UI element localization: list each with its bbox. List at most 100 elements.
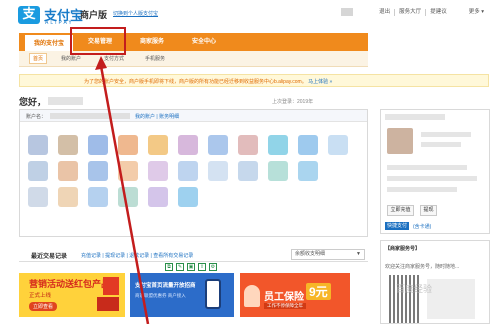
app-icon[interactable] (298, 135, 318, 155)
switch-personal-link[interactable]: 切换到个人版支付宝 (113, 10, 158, 17)
account-label: 账户名： (26, 114, 47, 120)
user-name-blurred (341, 8, 354, 16)
logout-link[interactable]: 退出 (375, 9, 394, 16)
account-links[interactable]: 我的账户 | 账务明细 (135, 113, 179, 120)
transactions-filter-select[interactable]: 余额收支明细 ▼ (291, 249, 365, 260)
copy-icon[interactable]: ⧉ (165, 263, 173, 271)
app-icon[interactable] (58, 161, 78, 181)
app-icon[interactable] (178, 187, 198, 207)
gift-icon (103, 277, 119, 295)
tab-merchant-service[interactable]: 商家服务 (127, 33, 177, 51)
account-header: 账户名： 我的账户 | 账务明细 (20, 110, 367, 122)
balance-blurred (387, 176, 477, 181)
app-icon[interactable] (148, 187, 168, 207)
banner1-button[interactable]: 立即查看 (29, 302, 58, 311)
banner-traffic[interactable]: 支付宝首页流量开放招商 商家联盟优惠券 商户接入 (130, 273, 234, 317)
app-icon[interactable] (28, 161, 48, 181)
notice-text: 为了您的账户安全，商户版手机即将下线，商户版的所有功能已经迁移到收益服务中心b.… (84, 78, 332, 85)
settings-icon[interactable]: ⚙ (209, 263, 217, 271)
subnav-my-account[interactable]: 我的账户 (61, 55, 81, 62)
banner3-title: 员工保险 (264, 292, 304, 303)
qr-desc: 欢迎关注商家服务号，随时随地... (385, 264, 460, 270)
greeting: 您好， (19, 97, 47, 107)
edit-icon[interactable]: ✎ (176, 263, 184, 271)
top-links: 退出 服务大厅 提建议 更多 ▾ (341, 8, 488, 16)
app-icon[interactable] (118, 161, 138, 181)
app-icon[interactable] (88, 161, 108, 181)
app-icon[interactable] (208, 135, 228, 155)
subnav-home[interactable]: 首页 (29, 53, 48, 64)
filter-select-value: 余额收支明细 (295, 251, 326, 257)
recent-transactions: 最近交易记录 充值记录 | 提现记录 | 退款记录 | 查看所有交易记录 余额收… (19, 246, 368, 262)
quick-pay-badge[interactable]: 快捷支付 (385, 222, 410, 230)
quick-pay-text[interactable]: (含卡通) (413, 223, 431, 230)
balance-panel: 立即充值 提现 快捷支付 (含卡通) (380, 109, 490, 234)
banner2-title: 支付宝首页流量开放招商 (135, 283, 196, 289)
banner1-subtitle: 正式上线 (29, 293, 52, 299)
balance-blurred (387, 165, 467, 170)
suggest-link[interactable]: 提建议 (425, 8, 451, 16)
app-icon[interactable] (88, 135, 108, 155)
app-icon[interactable] (178, 135, 198, 155)
logo-sub: ALIPAY (45, 20, 74, 26)
recharge-button[interactable]: 立即充值 (387, 205, 414, 216)
banner3-tag: 工作不停保障全年 (264, 303, 306, 309)
app-icon[interactable] (238, 135, 258, 155)
notice-message: 为了您的账户安全，商户版手机即将下线，商户版的所有功能已经迁移到收益服务中心b.… (84, 79, 307, 85)
more-link[interactable]: 更多 ▾ (465, 9, 488, 16)
qr-side-image (427, 279, 475, 319)
transactions-links[interactable]: 充值记录 | 提现记录 | 退款记录 | 查看所有交易记录 (81, 252, 193, 259)
banner-insurance[interactable]: 员工保险 9元 工作不停保障全年 (240, 273, 350, 317)
account-name-blurred (50, 113, 130, 119)
sub-nav: 首页 我的账户 支付方式 手机服务 (19, 51, 368, 67)
banner-red-packet[interactable]: 营销活动送红包产品 正式上线 立即查看 (19, 273, 125, 317)
app-icon[interactable] (148, 161, 168, 181)
app-icon[interactable] (298, 161, 318, 181)
app-icon[interactable] (268, 135, 288, 155)
balance-blurred (387, 187, 457, 192)
last-login: 上次登录：2019年 (272, 99, 314, 105)
app-icon[interactable] (118, 135, 138, 155)
share-icon[interactable]: ⇪ (198, 263, 206, 271)
top-header: 支 支付宝 ALIPAY 商户版 切换到个人版支付宝 退出 服务大厅 提建议 更… (0, 0, 500, 30)
tab-trade-management[interactable]: 交易管理 (75, 33, 125, 51)
banner1-title: 营销活动送红包产品 (29, 279, 111, 289)
banner3-price: 9元 (306, 283, 331, 300)
app-icon[interactable] (28, 187, 48, 207)
avatar[interactable] (387, 128, 413, 154)
notice-experience-link[interactable]: 马上体验 » (308, 79, 332, 85)
app-name: 商户版 (80, 10, 108, 20)
user-info-blurred (421, 142, 461, 147)
service-hall-link[interactable]: 服务大厅 (394, 8, 425, 16)
alipay-merchant-page: 支 支付宝 ALIPAY 商户版 切换到个人版支付宝 退出 服务大厅 提建议 更… (0, 0, 500, 324)
balance-header-blurred (385, 114, 445, 120)
greeting-name-blurred (48, 97, 83, 105)
gift-box-icon (97, 297, 119, 311)
app-icon[interactable] (208, 161, 228, 181)
app-icon[interactable] (328, 135, 348, 155)
subnav-mobile-service[interactable]: 手机服务 (145, 55, 165, 62)
app-icon[interactable] (178, 161, 198, 181)
app-icon[interactable] (88, 187, 108, 207)
tab-security-center[interactable]: 安全中心 (179, 33, 229, 51)
main-nav: 我的支付宝 交易管理 商家服务 安全中心 (19, 33, 368, 51)
app-icon[interactable] (58, 187, 78, 207)
person-icon (244, 285, 260, 307)
withdraw-button[interactable]: 提现 (420, 205, 437, 216)
image-icon[interactable]: ▣ (187, 263, 195, 271)
app-icon[interactable] (148, 135, 168, 155)
app-icon[interactable] (268, 161, 288, 181)
subnav-payment-methods[interactable]: 支付方式 (104, 55, 124, 62)
qr-title: 【商家服务号】 (385, 246, 421, 252)
share-toolbar: ⧉ ✎ ▣ ⇪ ⚙ (165, 263, 220, 271)
alipay-logo-icon[interactable]: 支 (18, 6, 40, 24)
app-icon[interactable] (58, 135, 78, 155)
tab-my-alipay[interactable]: 我的支付宝 (25, 33, 73, 51)
banner2-subtitle: 商家联盟优惠券 商户接入 (135, 293, 186, 298)
watermark: 百度经验 (396, 284, 433, 294)
app-icon[interactable] (238, 161, 258, 181)
notice-bar: 为了您的账户安全，商户版手机即将下线，商户版的所有功能已经迁移到收益服务中心b.… (19, 74, 489, 87)
app-icon[interactable] (28, 135, 48, 155)
app-icon[interactable] (118, 187, 138, 207)
chevron-down-icon: ▼ (356, 251, 361, 257)
